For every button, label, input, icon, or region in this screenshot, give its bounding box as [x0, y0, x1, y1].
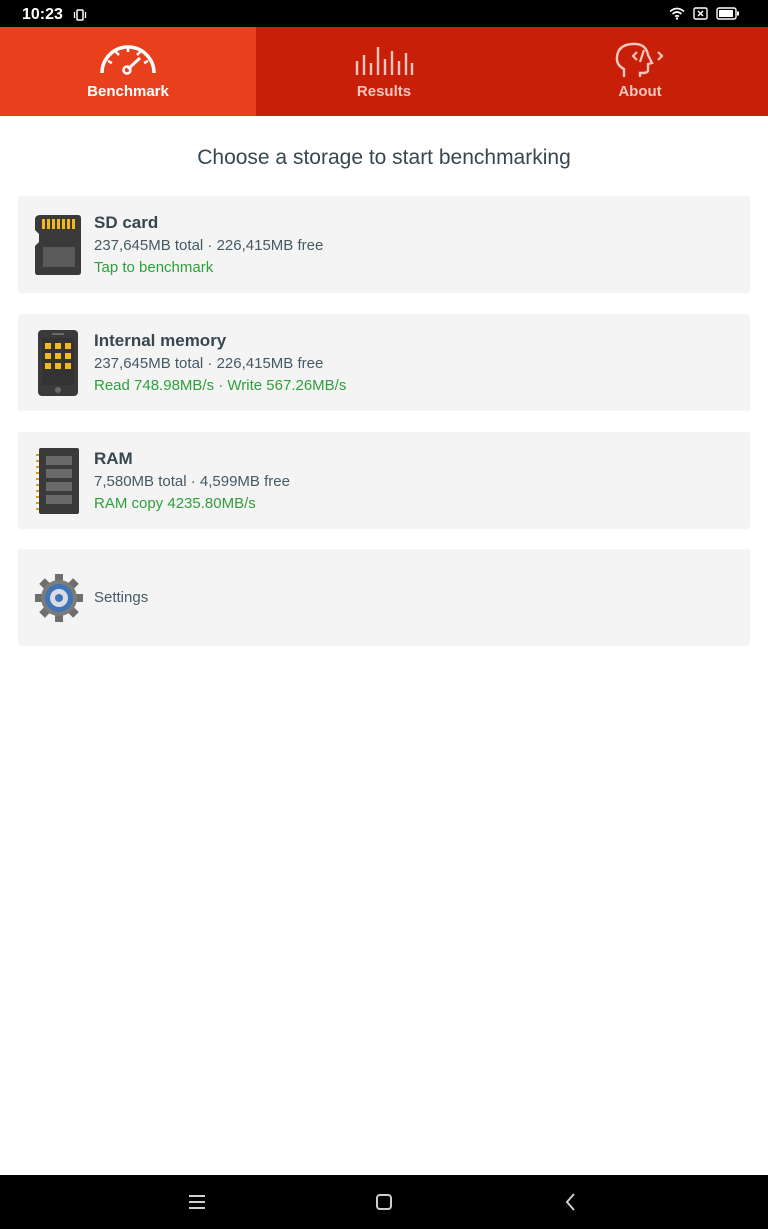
tab-label: Results: [356, 83, 412, 100]
status-icons: [669, 7, 740, 25]
battery-icon: [716, 7, 740, 25]
status-time: 10:23: [22, 6, 63, 23]
tab-label: About: [618, 83, 662, 100]
no-sim-icon: [693, 7, 708, 25]
sd-card-icon: [34, 212, 84, 278]
storage-title: SD card: [94, 213, 159, 232]
storage-card-internal-memory[interactable]: Internal memory 237,645MB total · 226,41…: [18, 314, 750, 411]
menu-icon[interactable]: [184, 1190, 210, 1214]
tab-bar: Benchmark Results About: [0, 27, 768, 116]
storage-status: Read 748.98MB/s · Write 567.26MB/s: [94, 377, 347, 394]
gear-icon: [34, 573, 84, 623]
storage-capacity: 237,645MB total · 226,415MB free: [94, 237, 324, 254]
storage-card-sd-card[interactable]: SD card 237,645MB total · 226,415MB free…: [18, 196, 750, 293]
tab-about[interactable]: About: [512, 27, 768, 116]
storage-title: RAM: [94, 449, 133, 468]
head-code-icon: [512, 41, 768, 79]
tab-benchmark[interactable]: Benchmark: [0, 27, 256, 116]
tab-label: Benchmark: [87, 83, 169, 100]
speedometer-icon: [0, 41, 256, 77]
home-icon[interactable]: [371, 1190, 397, 1214]
vibrate-icon: [73, 8, 87, 26]
storage-capacity: 237,645MB total · 226,415MB free: [94, 355, 324, 372]
storage-status: RAM copy 4235.80MB/s: [94, 495, 256, 512]
settings-label: Settings: [94, 589, 149, 606]
wifi-icon: [669, 7, 685, 25]
system-nav-bar: [0, 1175, 768, 1229]
bar-graph-icon: [256, 41, 512, 77]
ram-chip-icon: [34, 448, 84, 514]
storage-card-ram[interactable]: RAM 7,580MB total · 4,599MB free RAM cop…: [18, 432, 750, 529]
settings-card[interactable]: Settings: [18, 549, 750, 646]
page-heading: Choose a storage to start benchmarking: [197, 146, 571, 169]
tab-results[interactable]: Results: [256, 27, 512, 116]
storage-title: Internal memory: [94, 331, 227, 350]
phone-memory-icon: [34, 330, 84, 396]
status-bar: 10:23: [0, 0, 768, 27]
storage-status: Tap to benchmark: [94, 259, 214, 276]
back-icon[interactable]: [558, 1190, 584, 1214]
storage-capacity: 7,580MB total · 4,599MB free: [94, 473, 290, 490]
